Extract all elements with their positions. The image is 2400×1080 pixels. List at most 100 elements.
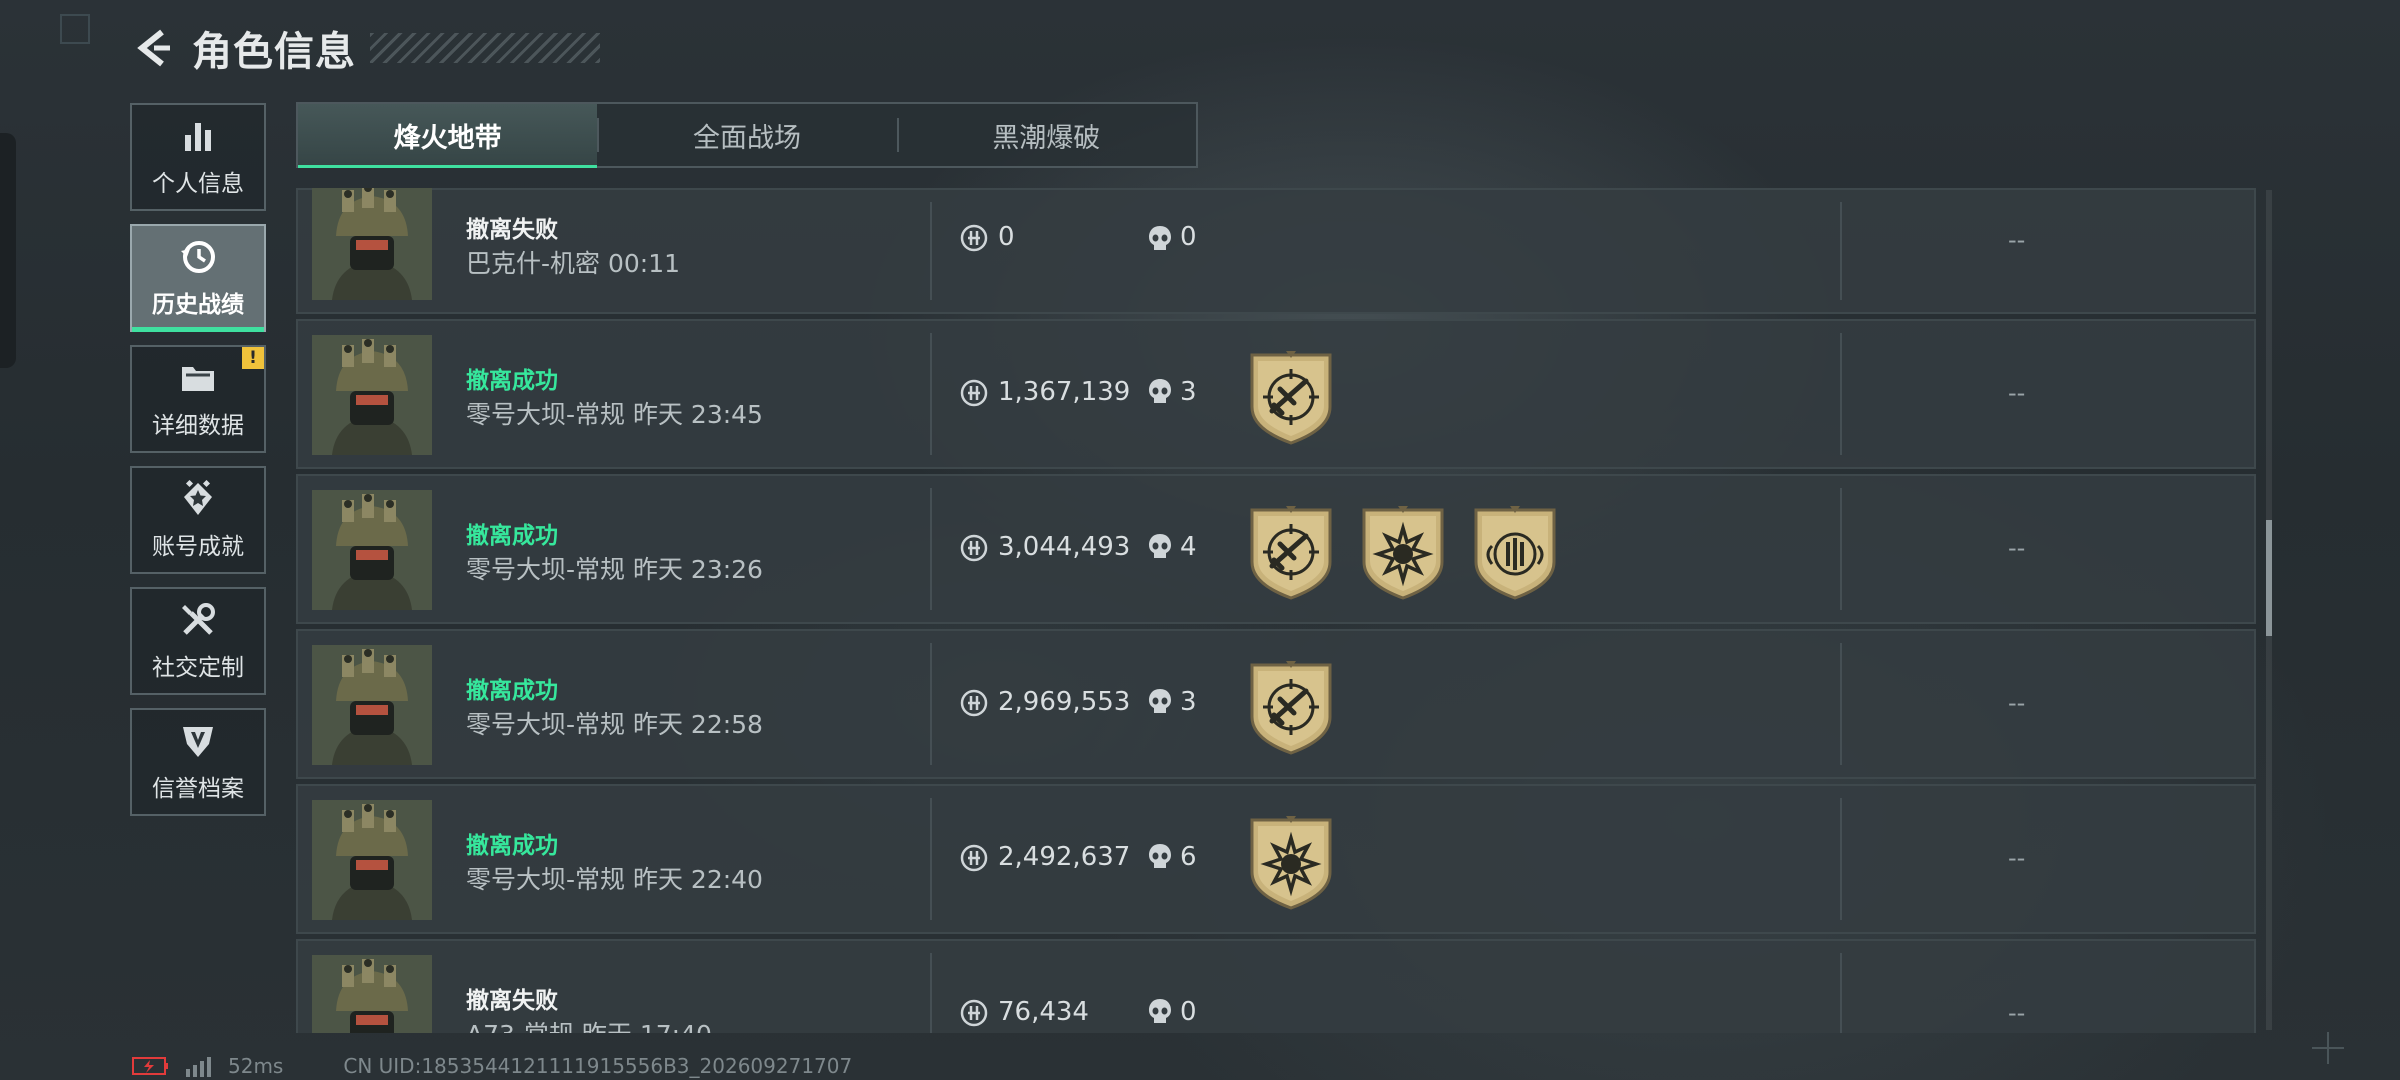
burst-medal-icon[interactable] [1246,814,1336,910]
sidebar-nav: 个人信息历史战绩详细数据! 账号成就社交定制信誉档案 [130,103,266,829]
match-row[interactable]: 撤离成功零号大坝-常规 昨天 23:26 3,044,493 4 -- [296,474,2256,624]
status-footer: 52ms CN UID:1853544121111915556B3_202609… [132,1054,852,1078]
sidebar-item-label: 历史战绩 [152,292,244,318]
emblem-medal-icon[interactable] [1470,504,1560,600]
tools-icon [178,600,218,640]
extra-value: -- [2008,226,2026,254]
back-button[interactable] [128,22,180,74]
map-and-time: 零号大坝-常规 昨天 23:26 [466,555,763,584]
divider [1840,488,1842,610]
match-row[interactable]: 撤离成功 零号大坝-常规 昨天 23:45 1,367,139 3 -- [296,319,2256,469]
skull-kill-icon [1149,379,1171,403]
sidebar-item-label: 个人信息 [152,171,244,197]
divider [930,202,932,300]
currency-icon [960,379,988,407]
extraction-status: 撤离成功 [466,368,558,394]
money-value: 76,434 [998,997,1089,1027]
divider [930,953,932,1033]
currency-icon [960,844,988,872]
sidebar-item-tools[interactable]: 社交定制 [130,587,266,695]
map-and-time: 零号大坝-常规 昨天 23:45 [466,400,763,429]
currency-icon [960,689,988,717]
title-decoration [370,33,600,63]
medal-list [1246,349,1336,445]
extraction-status: 撤离失败 [466,217,558,243]
money-value: 2,492,637 [998,842,1131,872]
divider [930,798,932,920]
operator-avatar [312,955,432,1033]
operator-avatar [312,335,432,455]
sidebar-item-achievement[interactable]: 账号成就 [130,466,266,574]
crosshair-plus-icon [2312,1032,2344,1064]
skull-kill-icon [1149,689,1171,713]
rifle-medal-icon[interactable] [1246,349,1336,445]
alert-badge: ! [242,347,264,369]
credit-shield-icon [178,721,218,761]
divider [1840,202,1842,300]
side-edge-tab[interactable] [0,133,16,368]
kill-count: 0 [1180,222,1197,252]
money-value: 0 [998,222,1015,252]
operator-avatar [312,800,432,920]
extra-value: -- [2008,379,2026,407]
kill-count: 4 [1180,532,1197,562]
extra-value: -- [2008,999,2026,1027]
extraction-status: 撤离成功 [466,523,558,549]
match-row[interactable]: 撤离失败巴克什-机密 00:11 0 0 -- [296,188,2256,314]
uid-text: CN UID:1853544121111915556B3_20260927170… [343,1054,853,1078]
currency-icon [960,999,988,1027]
divider [1840,953,1842,1033]
page-header: 角色信息 [128,20,600,76]
tab-2[interactable]: 黑潮爆破 [896,104,1196,166]
extraction-status: 撤离失败 [466,988,558,1014]
kill-count: 0 [1180,997,1197,1027]
sidebar-item-bar-chart[interactable]: 个人信息 [130,103,266,211]
map-and-time: 零号大坝-常规 昨天 22:58 [466,710,763,739]
extra-value: -- [2008,534,2026,562]
sidebar-item-folder[interactable]: 详细数据! [130,345,266,453]
ping-value: 52ms [228,1054,284,1078]
kill-count: 3 [1180,687,1197,717]
skull-kill-icon [1149,226,1171,250]
match-row[interactable]: 撤离成功 零号大坝-常规 昨天 22:40 2,492,637 6 -- [296,784,2256,934]
corner-frame-icon [60,14,90,44]
history-clock-icon [178,237,218,277]
tab-0[interactable]: 烽火地带 [298,104,598,168]
signal-icon [186,1057,211,1077]
medal-list [1246,659,1336,755]
divider [1840,333,1842,455]
rifle-medal-icon[interactable] [1246,659,1336,755]
bar-chart-icon [178,116,218,156]
battery-icon [132,1057,168,1075]
map-and-time: 巴克什-机密 00:11 [466,249,681,278]
folder-icon [178,358,218,398]
mode-tabs: 烽火地带 全面战场 黑潮爆破 [296,102,1198,168]
match-row[interactable]: 撤离成功 零号大坝-常规 昨天 22:58 2,969,553 3 -- [296,629,2256,779]
match-history-list[interactable]: 撤离失败 巴克什-机密 00:11 0 0 -- 撤离成功 零号大坝-常规 昨天 23:45… [296,188,2256,1033]
extraction-status: 撤离成功 [466,678,558,704]
sidebar-item-history-clock[interactable]: 历史战绩 [130,224,266,332]
extra-value: -- [2008,689,2026,717]
divider [1840,798,1842,920]
sidebar-item-credit-shield[interactable]: 信誉档案 [130,708,266,816]
divider [930,488,932,610]
burst-medal-icon[interactable] [1358,504,1448,600]
map-and-time: A73-常规 昨天 17:40 [466,1015,712,1033]
back-arrow-icon [137,29,170,67]
sidebar-item-label: 信誉档案 [152,776,244,802]
operator-avatar [312,645,432,765]
kill-count: 6 [1180,842,1197,872]
divider [930,643,932,765]
scrollbar-thumb[interactable] [2266,520,2272,636]
extraction-status: 撤离成功 [466,833,558,859]
medal-list [1246,814,1336,910]
tab-1[interactable]: 全面战场 [597,104,896,166]
match-row[interactable]: 撤离失败A73-常规 昨天 17:40 76,434 0 -- [296,939,2256,1033]
money-value: 3,044,493 [998,532,1131,562]
skull-kill-icon [1149,534,1171,558]
operator-avatar [312,490,432,610]
divider [1840,643,1842,765]
rifle-medal-icon[interactable] [1246,504,1336,600]
money-value: 1,367,139 [998,377,1131,407]
map-and-time: 零号大坝-常规 昨天 22:40 [466,865,763,894]
